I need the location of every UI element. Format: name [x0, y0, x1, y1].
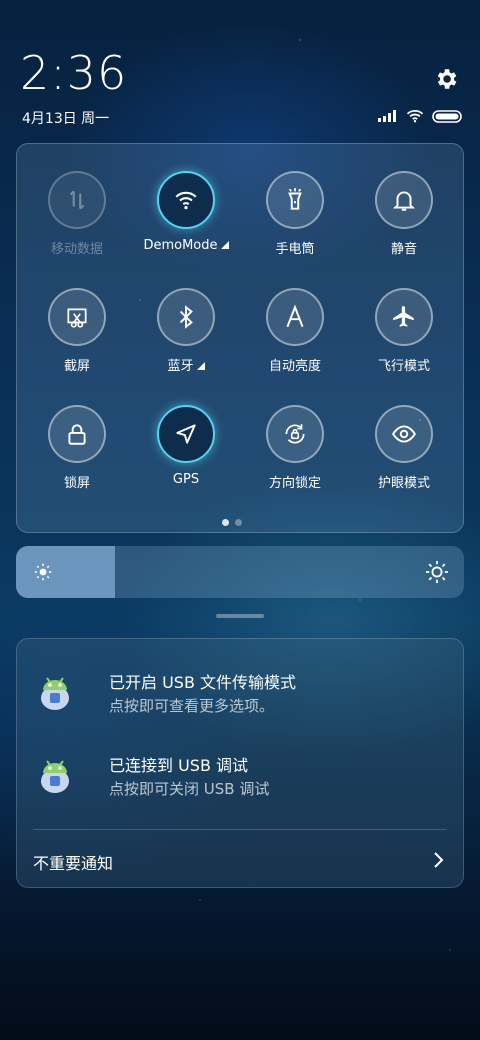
- divider: [33, 829, 447, 830]
- wifi-icon: [175, 191, 197, 210]
- signal-icon: [378, 110, 396, 122]
- wifi-icon: [406, 109, 424, 123]
- tile-wifi[interactable]: DemoMode: [131, 171, 241, 253]
- mobile-data-toggle[interactable]: [48, 171, 106, 229]
- notification-panel: 已开启 USB 文件传输模式 点按即可查看更多选项。 已连接到 USB 调试 点…: [16, 638, 464, 888]
- date: 4月13日 周一: [22, 111, 110, 127]
- wifi-toggle[interactable]: [157, 171, 215, 229]
- android-icon: [41, 677, 69, 710]
- tile-label: GPS: [172, 472, 200, 487]
- lock-icon: [68, 424, 86, 445]
- tile-flashlight[interactable]: 手电筒: [240, 171, 350, 257]
- unimportant-notifications-label[interactable]: 不重要通知: [33, 850, 113, 874]
- tile-label: DemoMode: [131, 238, 241, 253]
- flashlight-icon: [288, 188, 302, 210]
- tile-screenshot[interactable]: 截屏: [22, 288, 132, 374]
- tile-label: 移动数据: [50, 242, 103, 257]
- airplane-toggle[interactable]: [375, 288, 433, 346]
- rotation-lock-toggle[interactable]: [266, 405, 324, 463]
- tile-label: 护眼模式: [377, 476, 430, 491]
- tile-label: 方向锁定: [268, 476, 321, 491]
- tile-label: 自动亮度: [268, 359, 321, 374]
- rotation-lock-icon: [285, 424, 305, 444]
- tile-label: 静音: [390, 242, 417, 257]
- brightness-low-icon: [34, 563, 52, 581]
- screenshot-icon: [67, 308, 87, 328]
- tile-label: 飞行模式: [377, 359, 430, 374]
- page-indicator: [222, 519, 242, 526]
- notification-title: 已开启 USB 文件传输模式: [109, 673, 297, 692]
- drag-handle[interactable]: [216, 614, 264, 618]
- tile-rotation-lock[interactable]: 方向锁定: [240, 405, 350, 491]
- bluetooth-icon: [179, 305, 193, 329]
- tile-mobile-data[interactable]: 移动数据: [22, 171, 132, 257]
- page-dot: [235, 519, 242, 526]
- auto-brightness-icon: [286, 304, 304, 328]
- page-dot-active: [222, 519, 229, 526]
- tile-label: 蓝牙: [131, 355, 241, 374]
- tile-label: 截屏: [63, 359, 90, 374]
- bluetooth-toggle[interactable]: [157, 288, 215, 346]
- android-icon: [41, 760, 69, 793]
- tile-bluetooth[interactable]: 蓝牙: [131, 288, 241, 374]
- status-icons: [378, 109, 462, 123]
- flashlight-toggle[interactable]: [266, 171, 324, 229]
- tile-label: 手电筒: [275, 242, 315, 257]
- brightness-high-icon: [426, 561, 448, 583]
- notification-subtitle: 点按即可关闭 USB 调试: [109, 780, 270, 798]
- brightness-slider[interactable]: [16, 546, 464, 598]
- quick-settings-panel: 移动数据 DemoMode 手电筒 静音 截屏 蓝牙 自动亮度 飞行模式 锁屏 …: [16, 143, 464, 533]
- eye-icon: [392, 425, 416, 443]
- clock: 2:36: [20, 46, 128, 100]
- gps-toggle[interactable]: [157, 405, 215, 463]
- expand-arrow-icon[interactable]: [196, 362, 205, 370]
- expand-arrow-icon[interactable]: [220, 241, 229, 249]
- tile-label: 锁屏: [63, 476, 90, 491]
- eye-protection-toggle[interactable]: [375, 405, 433, 463]
- tile-gps[interactable]: GPS: [131, 405, 241, 487]
- chevron-right-icon[interactable]: [433, 851, 445, 869]
- mobile-data-icon: [69, 190, 85, 210]
- tile-eye-protection[interactable]: 护眼模式: [349, 405, 459, 491]
- notification-subtitle: 点按即可查看更多选项。: [109, 697, 275, 715]
- tile-airplane[interactable]: 飞行模式: [349, 288, 459, 374]
- tile-lock-screen[interactable]: 锁屏: [22, 405, 132, 491]
- bell-icon: [392, 191, 416, 211]
- location-icon: [176, 424, 196, 444]
- battery-icon: [432, 109, 462, 123]
- lock-screen-button[interactable]: [48, 405, 106, 463]
- silent-toggle[interactable]: [375, 171, 433, 229]
- notification-title: 已连接到 USB 调试: [109, 756, 249, 775]
- screenshot-toggle[interactable]: [48, 288, 106, 346]
- airplane-icon: [393, 306, 414, 327]
- auto-brightness-toggle[interactable]: [266, 288, 324, 346]
- tile-silent[interactable]: 静音: [349, 171, 459, 257]
- brightness-fill: [16, 546, 115, 598]
- gear-icon[interactable]: [433, 66, 459, 92]
- tile-auto-brightness[interactable]: 自动亮度: [240, 288, 350, 374]
